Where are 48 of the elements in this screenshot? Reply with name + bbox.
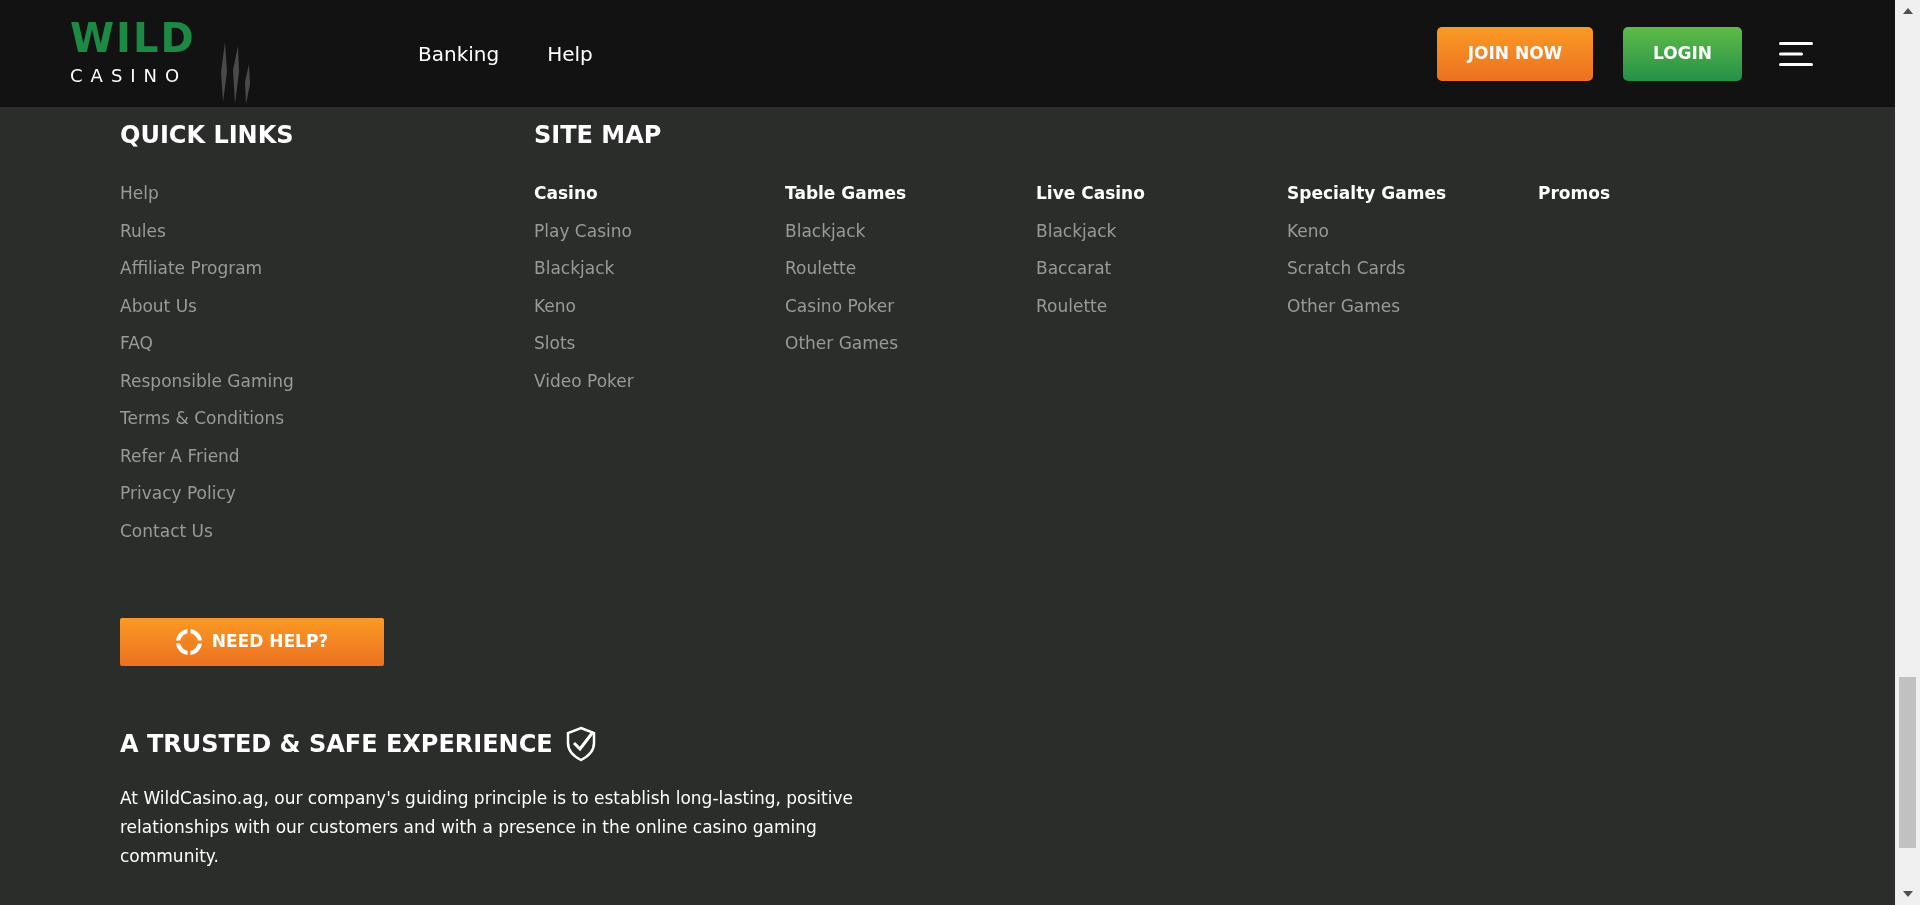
scrollbar-thumb[interactable] — [1899, 677, 1916, 848]
trust-heading: A TRUSTED & SAFE EXPERIENCE — [120, 729, 553, 760]
site-map-link[interactable]: Other Games — [1287, 295, 1401, 316]
site-map-link[interactable]: Scratch Cards — [1287, 258, 1406, 278]
site-map-link[interactable]: Casino Poker — [785, 295, 895, 316]
site-map-link[interactable]: Video Poker — [534, 370, 634, 391]
site-map-category[interactable]: Casino — [534, 183, 598, 203]
quick-link[interactable]: Refer A Friend — [120, 445, 240, 466]
site-map-link[interactable]: Other Games — [785, 333, 899, 353]
scroll-up-icon[interactable] — [1902, 8, 1913, 14]
site-map-link[interactable]: Play Casino — [534, 220, 632, 241]
wild-casino-logo[interactable]: WILD CASINO — [70, 1, 260, 106]
menu-icon[interactable] — [1779, 40, 1813, 67]
site-map-link[interactable]: Blackjack — [1036, 220, 1117, 241]
site-map-link[interactable]: Roulette — [1036, 295, 1108, 316]
site-map-link[interactable]: Keno — [534, 295, 576, 316]
quick-link[interactable]: Terms & Conditions — [120, 408, 285, 428]
quick-link[interactable]: Contact Us — [120, 520, 213, 541]
quick-link[interactable]: Help — [120, 183, 159, 203]
nav-link[interactable]: Banking — [418, 38, 500, 69]
quick-link[interactable]: About Us — [120, 295, 197, 316]
nav-link[interactable]: Help — [547, 38, 593, 69]
quick-link[interactable]: Rules — [120, 220, 166, 241]
logo-wild-text: WILD — [70, 18, 197, 58]
need-help-button[interactable]: NEED HELP? — [120, 618, 384, 666]
site-map-link[interactable]: Slots — [534, 333, 576, 353]
logo-casino-text: CASINO — [70, 64, 189, 88]
shield-check-icon — [564, 726, 597, 762]
site-map-link[interactable]: Blackjack — [534, 258, 615, 278]
site-map-link[interactable]: Baccarat — [1036, 258, 1112, 278]
quick-link[interactable]: Responsible Gaming — [120, 370, 294, 391]
quick-links-heading: QUICK LINKS — [120, 120, 295, 151]
trust-paragraph: At WildCasino.ag, our company's guiding principle is to establish long-lasting, positive relationships with our customers and with a presence in the online casino gaming community. — [120, 787, 854, 868]
login-button[interactable]: LOGIN — [1623, 26, 1742, 81]
site-map-category[interactable]: Promos — [1538, 183, 1611, 203]
site-map-category[interactable]: Specialty Games — [1287, 183, 1447, 203]
site-map-link[interactable]: Roulette — [785, 258, 857, 278]
site-map-category[interactable]: Table Games — [785, 183, 907, 203]
site-map-link[interactable]: Blackjack — [785, 220, 866, 241]
lifebuoy-icon — [175, 629, 202, 655]
site-map-heading: SITE MAP — [534, 120, 663, 151]
quick-link[interactable]: Privacy Policy — [120, 483, 236, 503]
join-now-button[interactable]: JOIN NOW — [1437, 26, 1593, 81]
site-map-category[interactable]: Live Casino — [1036, 183, 1145, 203]
quick-link[interactable]: Affiliate Program — [120, 258, 263, 278]
scroll-down-icon[interactable] — [1902, 891, 1913, 897]
site-map-link[interactable]: Keno — [1287, 220, 1329, 241]
quick-link[interactable]: FAQ — [120, 333, 153, 353]
